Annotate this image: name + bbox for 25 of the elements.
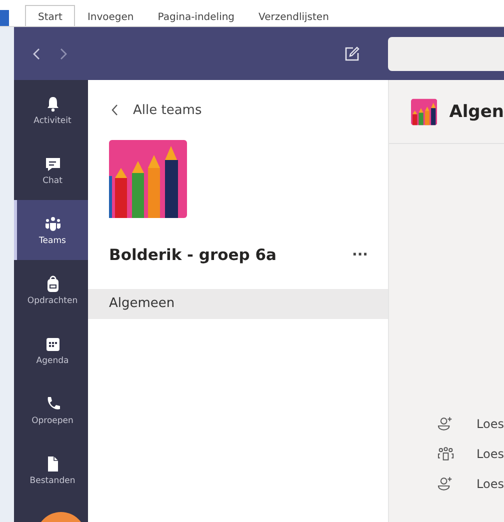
app-bar-item[interactable]: Bestanden xyxy=(14,440,88,500)
app-bar-item[interactable]: Oproepen xyxy=(14,380,88,440)
teams-icon xyxy=(44,214,62,232)
app-icon xyxy=(0,10,9,26)
app-bar-item[interactable]: Activiteit xyxy=(14,80,88,140)
compose-icon[interactable] xyxy=(344,46,360,62)
activity-text: Loes xyxy=(476,447,504,461)
ribbon-tab[interactable]: Pagina-indeling xyxy=(146,6,247,26)
search-field[interactable] xyxy=(388,36,504,70)
people-icon xyxy=(437,446,455,462)
channel-item[interactable]: Algemeen xyxy=(88,289,388,319)
back-link[interactable]: Alle teams xyxy=(111,100,388,120)
app-bar-item[interactable]: Agenda xyxy=(14,320,88,380)
app-bar-item[interactable]: Teams xyxy=(14,200,88,260)
activity-text: Loes xyxy=(476,417,504,431)
ribbon-tab[interactable]: Verzendlijsten xyxy=(246,6,341,26)
ribbon-tab[interactable]: Invoegen xyxy=(75,6,146,26)
activity-text: Loes xyxy=(476,477,504,491)
ribbon-tab[interactable]: Start xyxy=(25,5,76,26)
more-options-button[interactable]: ··· xyxy=(352,247,368,263)
app-bar-item[interactable]: Chat xyxy=(14,140,88,200)
channel-title: Algen xyxy=(449,102,504,122)
back-icon xyxy=(111,104,119,116)
team-name: Bolderik - groep 6a xyxy=(109,246,277,264)
app-bar-item[interactable]: Opdrachten xyxy=(14,260,88,320)
